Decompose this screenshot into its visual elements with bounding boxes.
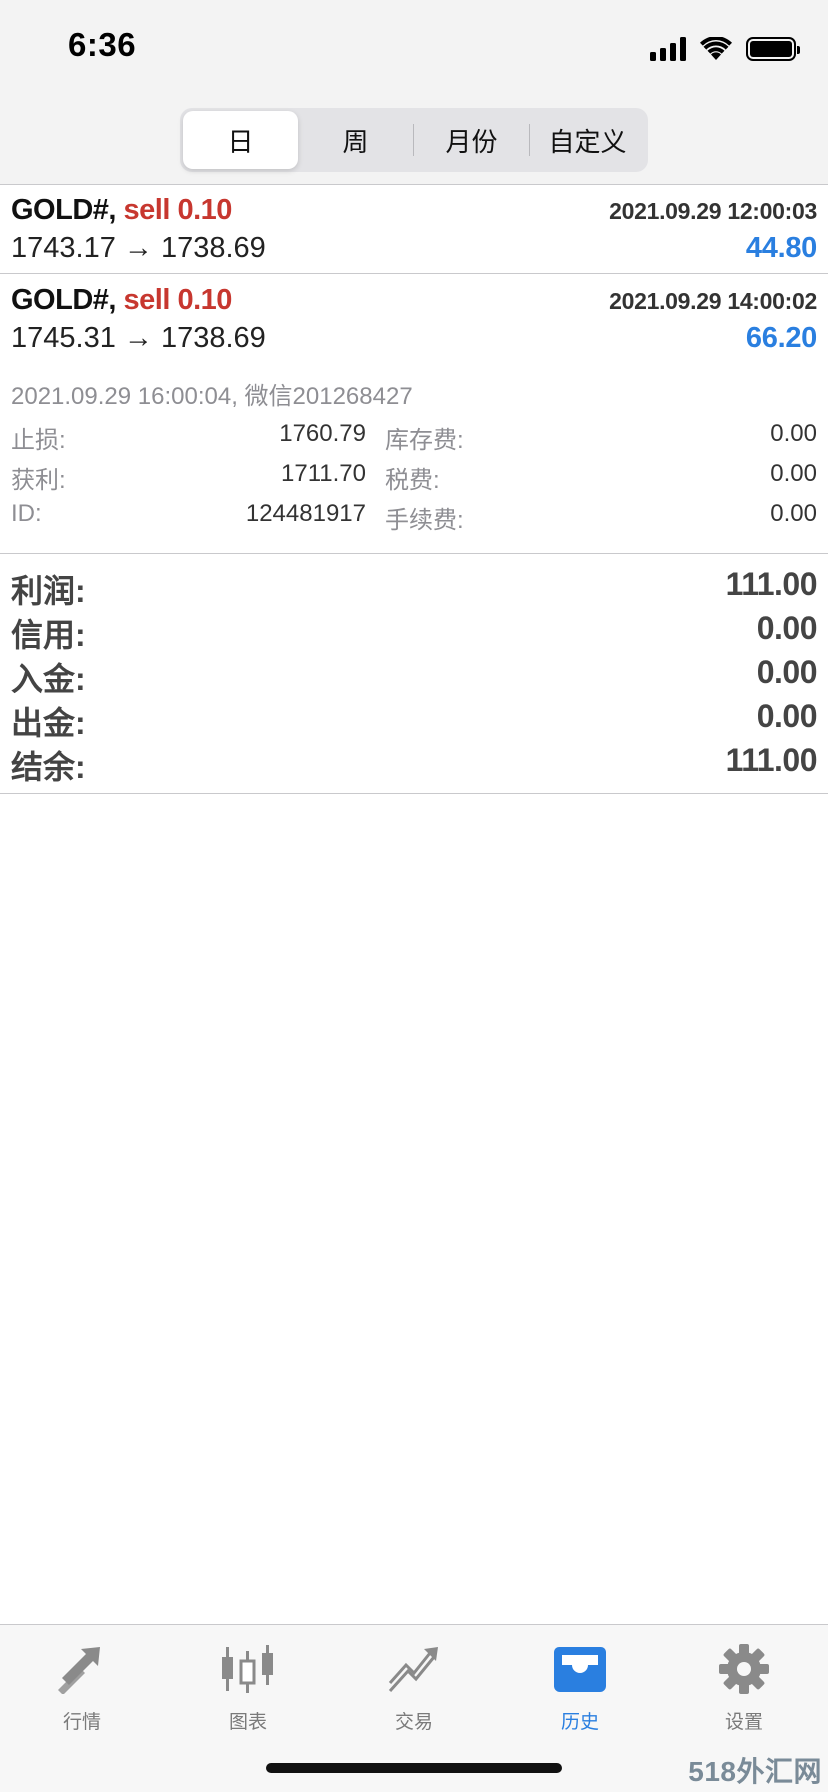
trade-symbol: GOLD#, sell 0.10 bbox=[11, 194, 233, 226]
summary-label: 利润: bbox=[11, 573, 86, 609]
trade-time: 2021.09.29 12:00:03 bbox=[609, 198, 817, 224]
detail-row: 获利: 1711.70 税费: 0.00 bbox=[0, 456, 828, 494]
trade-side: sell 0.10 bbox=[123, 284, 233, 316]
trade-row[interactable]: GOLD#, sell 0.10 2021.09.29 14:00:02 174… bbox=[0, 276, 828, 364]
order-id-value: 124481917 bbox=[245, 500, 366, 527]
summary-row-credit: 信用: 0.00 bbox=[0, 608, 828, 653]
divider bbox=[0, 553, 828, 554]
trade-side: sell 0.10 bbox=[123, 194, 233, 226]
watermark: 518外汇网 bbox=[688, 1756, 822, 1787]
divider bbox=[0, 273, 828, 274]
home-indicator[interactable] bbox=[266, 1763, 562, 1773]
tax-label: 税费: bbox=[385, 467, 440, 494]
take-profit-label: 获利: bbox=[11, 467, 66, 494]
summary-value: 111.00 bbox=[725, 566, 818, 602]
summary-label: 出金: bbox=[11, 705, 86, 741]
period-segmented-control: 日 周 月份 自定义 bbox=[180, 108, 648, 172]
order-id-label: ID: bbox=[11, 500, 42, 527]
trade-profit: 66.20 bbox=[745, 322, 817, 354]
summary-value: 0.00 bbox=[756, 698, 818, 734]
gear-icon bbox=[714, 1639, 774, 1699]
summary-row-deposit: 入金: 0.00 bbox=[0, 652, 828, 697]
tab-label: 历史 bbox=[560, 1712, 599, 1733]
tab-label: 行情 bbox=[62, 1712, 101, 1733]
quotes-arrows-icon bbox=[52, 1639, 112, 1699]
summary-value: 111.00 bbox=[725, 742, 818, 778]
tab-label: 交易 bbox=[394, 1712, 433, 1733]
summary-label: 结余: bbox=[11, 749, 86, 785]
detail-row: ID: 124481917 手续费: 0.00 bbox=[0, 496, 828, 534]
tab-settings[interactable]: 设置 bbox=[674, 1639, 814, 1739]
cellular-signal-icon bbox=[650, 37, 686, 61]
divider bbox=[0, 793, 828, 794]
tab-trade[interactable]: 交易 bbox=[344, 1639, 484, 1739]
swap-label: 库存费: bbox=[385, 427, 464, 454]
trade-detail-header: 2021.09.29 16:00:04, 微信201268427 bbox=[11, 383, 413, 410]
commission-label: 手续费: bbox=[385, 507, 464, 534]
trade-profit: 44.80 bbox=[745, 232, 817, 264]
summary-row-withdrawal: 出金: 0.00 bbox=[0, 696, 828, 741]
summary-label: 入金: bbox=[11, 661, 86, 697]
tab-chart[interactable]: 图表 bbox=[178, 1639, 318, 1739]
tab-history[interactable]: 历史 bbox=[510, 1639, 650, 1739]
segment-week[interactable]: 周 bbox=[298, 111, 413, 169]
history-inbox-icon bbox=[550, 1639, 610, 1699]
segment-day[interactable]: 日 bbox=[183, 111, 298, 169]
trade-time: 2021.09.29 14:00:02 bbox=[609, 288, 817, 314]
tab-label: 设置 bbox=[724, 1712, 763, 1733]
summary-label: 信用: bbox=[11, 617, 86, 653]
summary-value: 0.00 bbox=[756, 654, 818, 690]
commission-value: 0.00 bbox=[770, 500, 817, 527]
trade-trend-icon bbox=[384, 1639, 444, 1699]
trade-symbol: GOLD#, sell 0.10 bbox=[11, 284, 233, 316]
wifi-icon bbox=[700, 37, 732, 60]
divider bbox=[0, 184, 828, 185]
trade-row[interactable]: GOLD#, sell 0.10 2021.09.29 12:00:03 174… bbox=[0, 186, 828, 274]
stop-loss-value: 1760.79 bbox=[279, 420, 366, 447]
status-icons bbox=[650, 36, 800, 62]
segment-month[interactable]: 月份 bbox=[414, 111, 529, 169]
candlestick-chart-icon bbox=[218, 1639, 278, 1699]
trade-prices: 1743.17 → 1738.69 bbox=[11, 232, 266, 264]
summary-row-balance: 结余: 111.00 bbox=[0, 740, 828, 785]
status-time: 6:36 bbox=[68, 26, 137, 63]
tab-label: 图表 bbox=[228, 1712, 267, 1733]
swap-value: 0.00 bbox=[770, 420, 817, 447]
stop-loss-label: 止损: bbox=[11, 427, 66, 454]
tax-value: 0.00 bbox=[770, 460, 817, 487]
detail-row: 止损: 1760.79 库存费: 0.00 bbox=[0, 416, 828, 454]
segment-custom[interactable]: 自定义 bbox=[530, 111, 645, 169]
battery-icon bbox=[746, 37, 800, 61]
take-profit-value: 1711.70 bbox=[281, 460, 366, 487]
trade-prices: 1745.31 → 1738.69 bbox=[11, 322, 266, 354]
tab-quotes[interactable]: 行情 bbox=[12, 1639, 152, 1739]
summary-value: 0.00 bbox=[756, 610, 818, 646]
summary-row-profit: 利润: 111.00 bbox=[0, 564, 828, 609]
